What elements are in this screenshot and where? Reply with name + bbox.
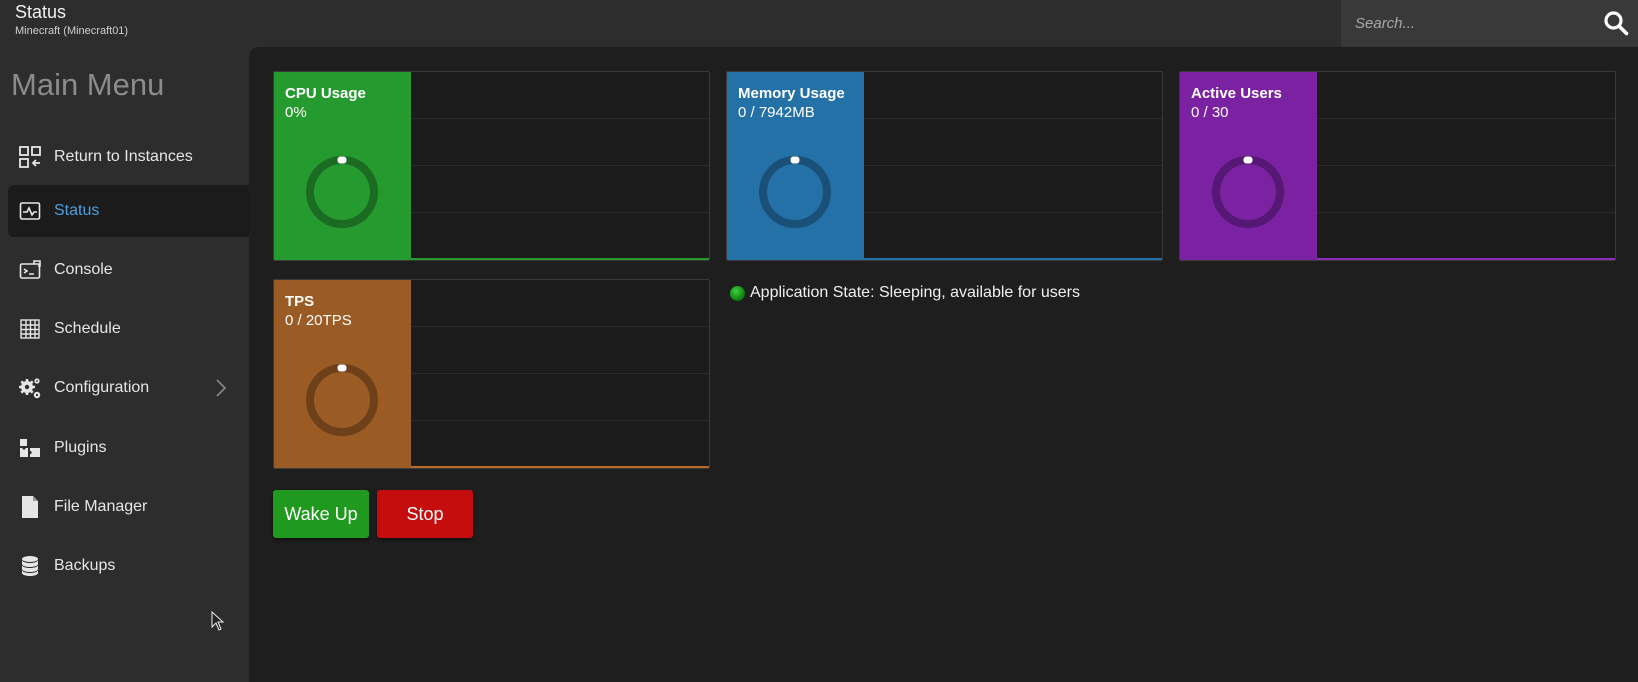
sidebar-item-label: File Manager (54, 498, 148, 515)
memory-usage-label: Memory Usage (738, 85, 845, 102)
sidebar-item-schedule[interactable]: Schedule (8, 303, 249, 355)
tps-panel: TPS 0 / 20TPS (274, 280, 411, 468)
tps-card: TPS 0 / 20TPS (273, 279, 710, 469)
schedule-icon (18, 317, 42, 341)
memory-usage-value: 0 / 7942MB (738, 104, 815, 121)
sidebar-item-label: Backups (54, 557, 116, 574)
tps-value: 0 / 20TPS (285, 312, 352, 329)
menu-heading: Main Menu (11, 67, 165, 102)
file-icon (18, 495, 42, 519)
sidebar-item-file-manager[interactable]: File Manager (8, 481, 249, 533)
sidebar-item-label: Schedule (54, 320, 121, 337)
active-users-value: 0 / 30 (1191, 104, 1229, 121)
memory-usage-graph (864, 72, 1162, 260)
application-state-text: Application State: Sleeping, available f… (750, 284, 1080, 301)
sidebar-item-status[interactable]: Status (8, 185, 249, 237)
cpu-usage-value: 0% (285, 104, 307, 121)
active-users-gauge (1212, 156, 1284, 228)
active-users-label: Active Users (1191, 85, 1282, 102)
main-content: CPU Usage 0% Memory Usage 0 / 7942MB Act… (249, 47, 1638, 682)
instance-subtitle: Minecraft (Minecraft01) (15, 25, 129, 37)
search-input[interactable] (1355, 10, 1585, 36)
sidebar-item-return-to-instances[interactable]: Return to Instances (8, 131, 249, 183)
status-icon (18, 199, 42, 223)
tps-graph (411, 280, 709, 468)
search-box (1341, 0, 1638, 47)
stop-button[interactable]: Stop (377, 490, 473, 538)
wake-up-button[interactable]: Wake Up (273, 490, 369, 538)
gear-icon (18, 376, 42, 400)
sidebar-item-label: Status (54, 202, 100, 219)
console-icon (18, 258, 42, 282)
sidebar-item-plugins[interactable]: Plugins (8, 422, 249, 474)
tps-label: TPS (285, 293, 315, 310)
sidebar-item-console[interactable]: Console (8, 244, 249, 296)
sidebar-item-backups[interactable]: Backups (8, 540, 249, 592)
status-indicator-icon (730, 285, 745, 301)
active-users-graph (1317, 72, 1615, 260)
memory-usage-card: Memory Usage 0 / 7942MB (726, 71, 1163, 261)
page-title: Status (15, 2, 67, 22)
memory-usage-gauge (759, 156, 831, 228)
cpu-usage-gauge (306, 156, 378, 228)
mouse-cursor-icon (211, 611, 225, 631)
sidebar-item-label: Plugins (54, 439, 107, 456)
instances-icon (18, 145, 42, 169)
database-icon (18, 554, 42, 578)
cpu-usage-card: CPU Usage 0% (273, 71, 710, 261)
sidebar-item-label: Configuration (54, 379, 150, 396)
memory-usage-panel: Memory Usage 0 / 7942MB (727, 72, 864, 260)
sidebar-item-label: Return to Instances (54, 148, 193, 165)
active-users-card: Active Users 0 / 30 (1179, 71, 1616, 261)
search-icon[interactable] (1603, 10, 1629, 36)
plugins-icon (18, 436, 42, 460)
active-users-panel: Active Users 0 / 30 (1180, 72, 1317, 260)
application-state: Application State: Sleeping, available f… (730, 284, 1080, 302)
cpu-usage-label: CPU Usage (285, 85, 366, 102)
cpu-usage-panel: CPU Usage 0% (274, 72, 411, 260)
chevron-right-icon (211, 378, 231, 398)
sidebar: Main Menu Return to Instances Status Con… (0, 47, 249, 682)
sidebar-item-label: Console (54, 261, 113, 278)
tps-gauge (306, 364, 378, 436)
title-block: Status Minecraft (Minecraft01) (15, 2, 128, 38)
sidebar-item-configuration[interactable]: Configuration (8, 362, 249, 414)
cpu-usage-graph (411, 72, 709, 260)
top-bar: Status Minecraft (Minecraft01) (0, 0, 1638, 47)
